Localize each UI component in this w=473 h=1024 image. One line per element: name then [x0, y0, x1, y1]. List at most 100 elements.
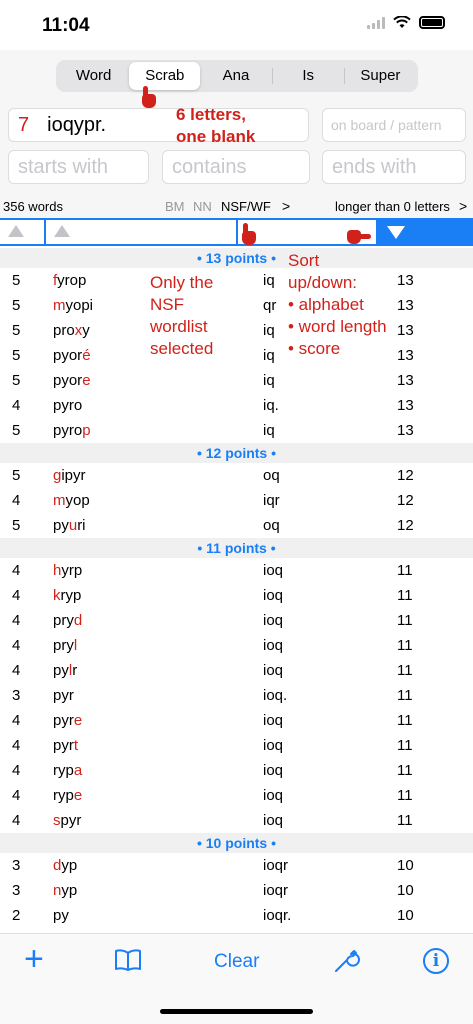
tab-super[interactable]: Super: [345, 62, 416, 90]
word-part: pyor: [53, 347, 83, 364]
annotation-line: wordlist: [150, 317, 208, 336]
letters-field[interactable]: 7 ioqypr.: [8, 108, 309, 142]
wordlist-nsf[interactable]: NSF/WF: [221, 199, 271, 214]
wrench-icon[interactable]: [332, 947, 360, 980]
leftover-letters: ioqr.: [263, 907, 292, 924]
word-row[interactable]: 5 proxy iq 13: [0, 318, 473, 343]
letters-value: ioqypr.: [47, 113, 107, 136]
word-row[interactable]: 4 pyro iq. 13: [0, 393, 473, 418]
starts-with-field[interactable]: starts with: [8, 150, 149, 184]
tab-ana[interactable]: Ana: [200, 62, 271, 90]
contains-field[interactable]: contains: [162, 150, 310, 184]
word-row[interactable]: 4 kryp ioq 11: [0, 583, 473, 608]
word-row[interactable]: 5 pyore iq 13: [0, 368, 473, 393]
word-text: fyrop: [53, 272, 86, 289]
word-row[interactable]: 4 myop iqr 12: [0, 488, 473, 513]
word-part: ryp: [53, 787, 74, 804]
word-score: 11: [397, 712, 413, 729]
book-icon[interactable]: [114, 949, 142, 976]
word-row[interactable]: 3 pyr ioq. 11: [0, 683, 473, 708]
word-row[interactable]: 4 spyr ioq 11: [0, 808, 473, 833]
word-row[interactable]: 4 pylr ioq 11: [0, 658, 473, 683]
info-icon[interactable]: i: [423, 948, 449, 974]
word-list[interactable]: • 13 points • 5 fyrop iq 13 5 myopi qr 13 5 proxy i…: [0, 248, 473, 933]
word-length: 5: [12, 467, 21, 484]
add-icon[interactable]: +: [24, 942, 44, 976]
word-part: yp: [61, 882, 78, 899]
word-text: pyrt: [53, 737, 78, 754]
clear-button[interactable]: Clear: [214, 951, 259, 973]
word-row[interactable]: 4 pyrt ioq 11: [0, 733, 473, 758]
word-row[interactable]: 5 pyoré iq 13: [0, 343, 473, 368]
word-length: 5: [12, 272, 21, 289]
word-score: 13: [397, 322, 414, 339]
word-text: spyr: [53, 812, 81, 829]
word-part: pyr: [60, 812, 82, 829]
word-row[interactable]: 4 rypa ioq 11: [0, 758, 473, 783]
chevron-right-icon[interactable]: >: [459, 198, 467, 214]
word-part: yrop: [57, 272, 87, 289]
sort-length-button[interactable]: [0, 220, 46, 244]
pointing-hand-icon: [347, 228, 373, 246]
chevron-right-icon[interactable]: >: [282, 198, 290, 214]
word-row[interactable]: 3 nyp ioqr 10: [0, 878, 473, 903]
home-indicator: [160, 1009, 313, 1014]
word-score: 10: [397, 907, 414, 924]
word-row[interactable]: 4 pryl ioq 11: [0, 633, 473, 658]
word-row[interactable]: 5 pyuri oq 12: [0, 513, 473, 538]
leftover-letters: iqr: [263, 492, 280, 509]
word-row[interactable]: 4 pyre ioq 11: [0, 708, 473, 733]
word-score: 12: [397, 517, 414, 534]
blank-letter: d: [73, 612, 83, 629]
blank-letter: t: [73, 737, 79, 754]
word-length: 4: [12, 812, 21, 829]
word-score: 11: [397, 737, 413, 754]
word-score: 11: [397, 637, 413, 654]
word-length: 4: [12, 562, 21, 579]
sort-bar: [0, 218, 473, 246]
word-row[interactable]: 4 pryd ioq 11: [0, 608, 473, 633]
tab-is[interactable]: Is: [273, 62, 344, 90]
blank-letter: m: [53, 297, 66, 314]
tab-word[interactable]: Word: [58, 62, 129, 90]
word-length: 5: [12, 297, 21, 314]
word-part: yopi: [65, 297, 94, 314]
word-part: pry: [53, 637, 74, 654]
ends-with-field[interactable]: ends with: [322, 150, 466, 184]
sort-up-icon: [8, 225, 24, 237]
word-text: proxy: [53, 322, 90, 339]
word-part: py: [53, 662, 69, 679]
sort-alphabet-button[interactable]: [46, 220, 238, 244]
word-part: yop: [65, 492, 90, 509]
sort-score-button[interactable]: [378, 220, 473, 244]
blank-letter: u: [68, 517, 78, 534]
word-row[interactable]: 5 gipyr oq 12: [0, 463, 473, 488]
board-pattern-field[interactable]: on board / pattern: [322, 108, 466, 142]
word-length: 3: [12, 857, 21, 874]
word-row[interactable]: 5 myopi qr 13: [0, 293, 473, 318]
word-row[interactable]: 4 hyrp ioq 11: [0, 558, 473, 583]
wifi-icon: [393, 16, 411, 28]
leftover-letters: ioq: [263, 637, 284, 654]
status-bar: 11:04: [0, 0, 473, 50]
annotation-line: Only the: [150, 273, 214, 292]
annotation-line: • word length: [288, 317, 387, 336]
annotation-line: 6 letters,: [176, 105, 246, 124]
leftover-letters: ioq: [263, 662, 284, 679]
wordlist-bm[interactable]: BM: [165, 199, 185, 214]
word-row[interactable]: 5 pyrop iq 13: [0, 418, 473, 443]
wordlist-nn[interactable]: NN: [193, 199, 212, 214]
word-text: hyrp: [53, 562, 82, 579]
word-row[interactable]: 3 dyp ioqr 10: [0, 853, 473, 878]
blank-letter: e: [82, 372, 91, 389]
pointing-hand-icon: [140, 86, 156, 108]
word-row[interactable]: 4 rype ioq 11: [0, 783, 473, 808]
leftover-letters: iq.: [263, 397, 279, 414]
word-count: 356 words: [3, 199, 63, 214]
annotation-sort: Sort up/down: • alphabet • word length • sco…: [288, 250, 387, 360]
word-part: yp: [61, 857, 78, 874]
annotation-line: NSF: [150, 295, 184, 314]
word-row[interactable]: 2 py ioqr. 10: [0, 903, 473, 928]
length-filter[interactable]: longer than 0 letters: [335, 199, 450, 214]
word-row[interactable]: 5 fyrop iq 13: [0, 268, 473, 293]
